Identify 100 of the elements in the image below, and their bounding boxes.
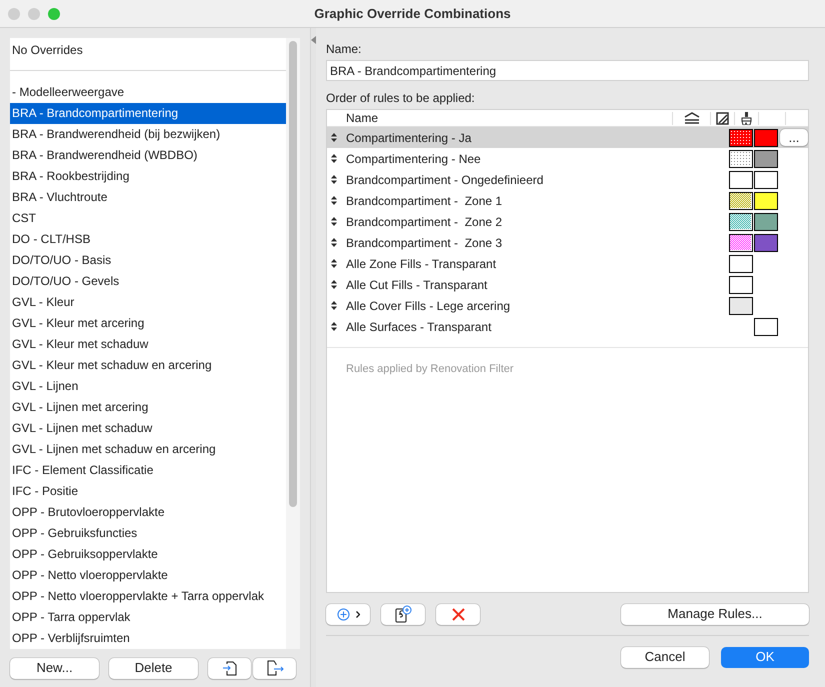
delete-rule-button[interactable]: [436, 604, 480, 624]
fill-swatch[interactable]: [729, 212, 753, 230]
fill-swatch[interactable]: [729, 192, 753, 210]
rule-name: Alle Surfaces - Transparant: [346, 318, 492, 336]
surface-swatch[interactable]: [754, 192, 778, 210]
rule-name: Brandcompartiment - Ongedefinieerd: [346, 172, 544, 188]
list-item[interactable]: GVL - Kleur met schaduw en arcering: [10, 355, 286, 376]
fill-swatch[interactable]: [729, 150, 753, 168]
cancel-button[interactable]: Cancel: [621, 646, 709, 668]
surface-swatch[interactable]: [754, 234, 778, 252]
name-field[interactable]: BRA - Brandcompartimentering: [326, 60, 809, 81]
rule-name: Brandcompartiment - Zone 3: [346, 234, 504, 252]
surface-swatch[interactable]: [754, 318, 778, 336]
list-item[interactable]: OPP - Brutovloeroppervlakte: [10, 502, 286, 523]
delete-button[interactable]: Delete: [109, 658, 198, 678]
list-item[interactable]: OPP - Tarra oppervlak: [10, 607, 286, 628]
list-item[interactable]: GVL - Kleur: [10, 292, 286, 313]
list-item[interactable]: IFC - Positie: [10, 481, 286, 502]
reorder-icon[interactable]: [331, 238, 337, 247]
rule-name: Alle Cover Fills - Lege arcering: [346, 298, 512, 314]
chevron-icon: [356, 610, 360, 618]
list-item[interactable]: No Overrides: [10, 38, 286, 70]
fill-icon: [716, 112, 729, 124]
more-button[interactable]: ...: [780, 129, 808, 146]
list-item[interactable]: BRA - Brandwerendheid (bij bezwijken): [10, 124, 286, 145]
add-rule-button[interactable]: [326, 604, 370, 624]
rule-name: Brandcompartiment - Zone 1: [346, 192, 504, 210]
reorder-icon[interactable]: [331, 175, 337, 184]
surface-swatch[interactable]: [754, 170, 778, 188]
add-icon: [336, 608, 350, 620]
list-item[interactable]: OPP - Netto vloeroppervlakte: [10, 565, 286, 586]
column-header[interactable]: Name: [327, 109, 672, 127]
layers-icon: [684, 112, 700, 124]
import-icon: [222, 660, 238, 676]
list-item[interactable]: OPP - Gebruiksfuncties: [10, 523, 286, 544]
rule-row[interactable]: Alle Cut Fills - Transparant: [327, 274, 808, 295]
reorder-icon[interactable]: [331, 217, 337, 226]
list-item[interactable]: GVL - Lijnen met schaduw: [10, 418, 286, 439]
list-item[interactable]: DO - CLT/HSB: [10, 229, 286, 250]
list-item[interactable]: GVL - Kleur met arcering: [10, 313, 286, 334]
rule-row[interactable]: Alle Surfaces - Transparant: [327, 316, 808, 337]
list-item[interactable]: DO/TO/UO - Gevels: [10, 271, 286, 292]
rules-label: Order of rules to be applied:: [326, 90, 476, 107]
reorder-icon[interactable]: [331, 259, 337, 268]
export-button[interactable]: [253, 658, 296, 678]
add-rule-set-button[interactable]: [381, 604, 425, 624]
rule-row[interactable]: Brandcompartiment - Zone 2: [327, 211, 808, 232]
list-item[interactable]: IFC - Element Classificatie: [10, 460, 286, 481]
reorder-icon[interactable]: [331, 133, 337, 142]
surface-swatch[interactable]: [754, 150, 778, 168]
fill-swatch[interactable]: [729, 170, 753, 188]
rule-row[interactable]: Alle Cover Fills - Lege arcering: [327, 295, 808, 316]
reorder-icon[interactable]: [331, 301, 337, 310]
surface-swatch[interactable]: [754, 212, 778, 230]
window-title: Graphic Override Combinations: [314, 4, 511, 23]
rule-row[interactable]: Brandcompartiment - Ongedefinieerd: [327, 169, 808, 190]
rule-name: Alle Cut Fills - Transparant: [346, 276, 488, 294]
list-item[interactable]: GVL - Lijnen met schaduw en arcering: [10, 439, 286, 460]
list-item[interactable]: GVL - Kleur met schaduw: [10, 334, 286, 355]
collapse-icon[interactable]: [311, 36, 316, 44]
fill-swatch[interactable]: [729, 254, 753, 272]
rule-name: Brandcompartiment - Zone 2: [346, 214, 504, 230]
reorder-icon[interactable]: [331, 154, 337, 163]
fill-swatch[interactable]: [729, 296, 753, 314]
rule-row[interactable]: Compartimentering - Ja ...: [327, 127, 808, 148]
rule-row[interactable]: Brandcompartiment - Zone 3: [327, 232, 808, 253]
list-item[interactable]: DO/TO/UO - Basis: [10, 250, 286, 271]
list-item[interactable]: OPP - Netto vloeroppervlakte + Tarra oppervlak: [10, 586, 286, 607]
list-item[interactable]: - Modelleerweergave: [10, 82, 286, 103]
new-button[interactable]: New...: [10, 658, 99, 678]
import-button[interactable]: [208, 658, 251, 678]
list-item[interactable]: OPP - Gebruiksoppervlakte: [10, 544, 286, 565]
list-item[interactable]: BRA - Rookbestrijding: [10, 166, 286, 187]
fill-swatch[interactable]: [729, 128, 753, 146]
list-item[interactable]: BRA - Brandcompartimentering: [10, 103, 286, 124]
rule-row[interactable]: Compartimentering - Nee: [327, 148, 808, 169]
scrollbar-thumb[interactable]: [289, 41, 297, 507]
rule-name: Compartimentering - Nee: [346, 150, 482, 168]
list-item[interactable]: BRA - Vluchtroute: [10, 187, 286, 208]
surface-swatch[interactable]: [754, 128, 778, 146]
ok-button[interactable]: OK: [721, 646, 809, 668]
reorder-icon[interactable]: [331, 322, 337, 331]
rule-row[interactable]: Brandcompartiment - Zone 1: [327, 190, 808, 211]
reorder-icon[interactable]: [331, 196, 337, 205]
list-item[interactable]: GVL - Lijnen met arcering: [10, 397, 286, 418]
export-icon: [266, 660, 284, 676]
fill-swatch[interactable]: [729, 276, 753, 294]
list-item[interactable]: OPP - Verblijfsruimten: [10, 628, 286, 649]
delete-icon: [452, 608, 464, 620]
reorder-icon[interactable]: [331, 280, 337, 289]
list-item[interactable]: CST: [10, 208, 286, 229]
fill-swatch[interactable]: [729, 234, 753, 252]
renovation-filter-label: Rules applied by Renovation Filter: [345, 362, 515, 377]
list-item[interactable]: GVL - Lijnen: [10, 376, 286, 397]
rule-row[interactable]: Alle Zone Fills - Transparant: [327, 253, 808, 274]
rule-name: Alle Zone Fills - Transparant: [346, 256, 498, 272]
list-item[interactable]: BRA - Brandwerendheid (WBDBO): [10, 145, 286, 166]
rule-add-icon: [393, 605, 413, 623]
rule-name: Compartimentering - Ja: [346, 130, 472, 146]
manage-rules-button[interactable]: Manage Rules...: [621, 604, 809, 624]
